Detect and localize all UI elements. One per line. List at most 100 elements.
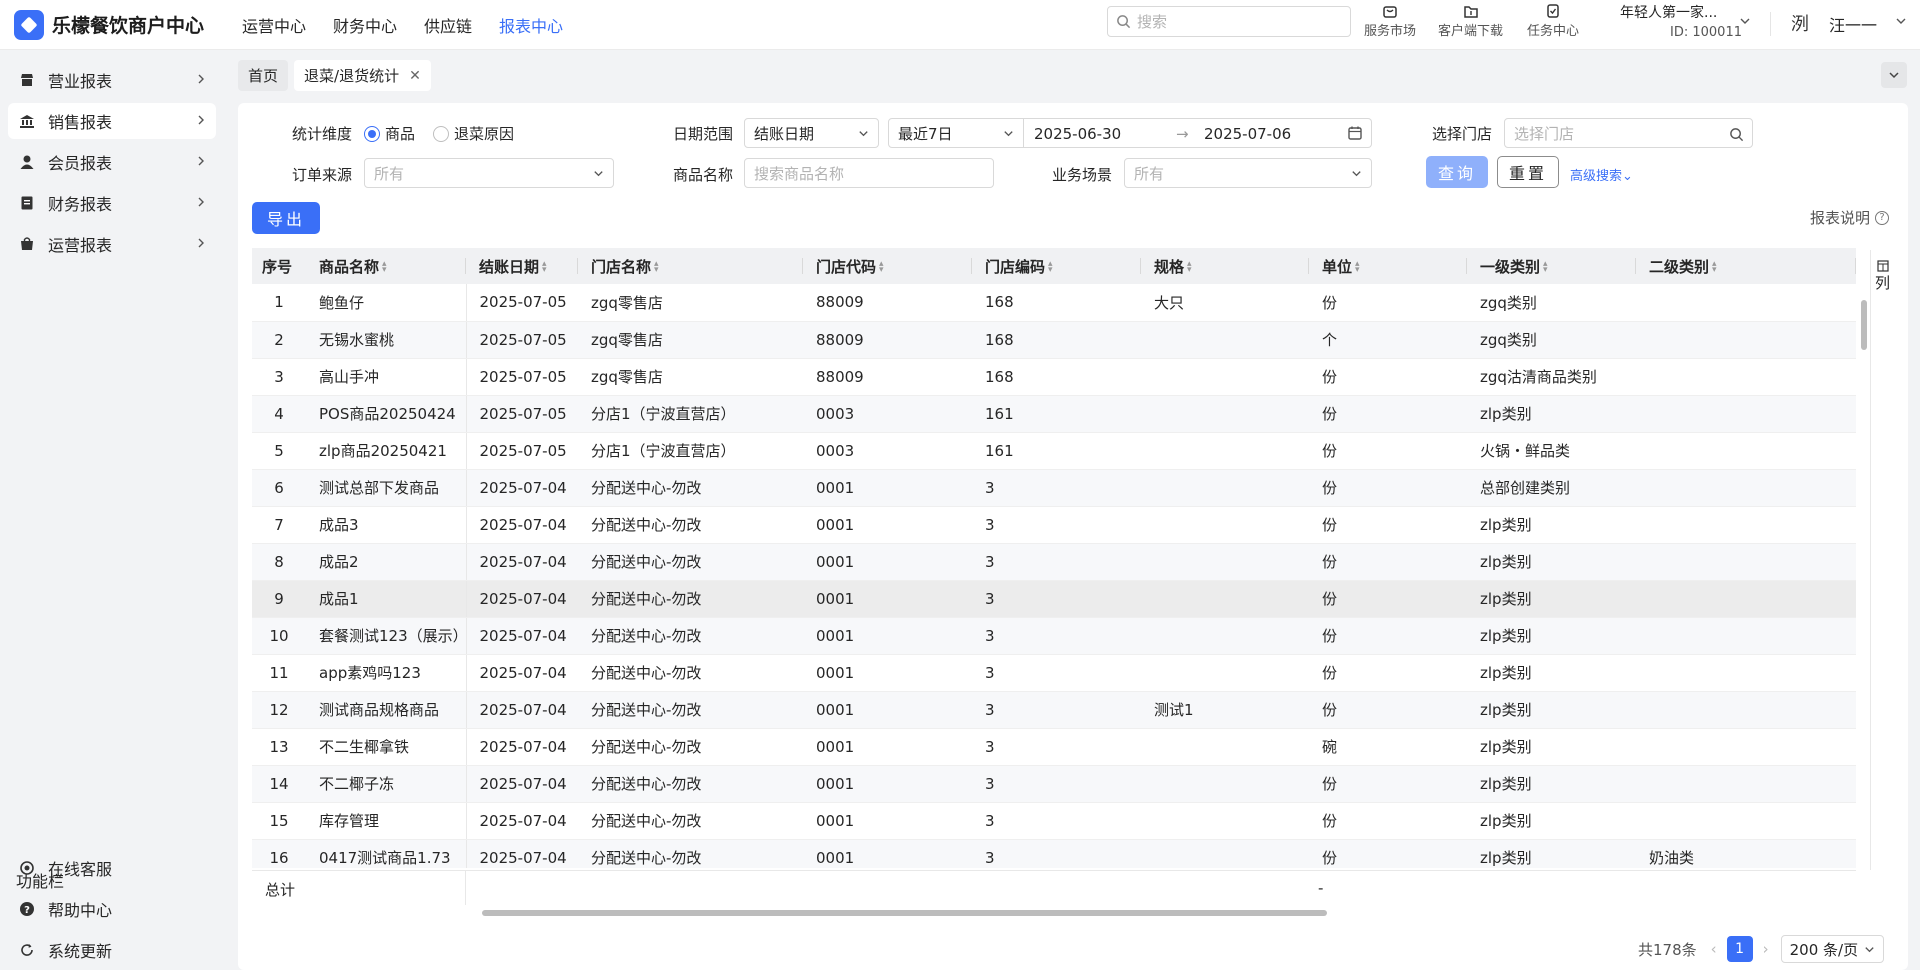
sort-icon[interactable]: ▴ ▾ [1048, 260, 1053, 275]
sidebar-item-operation-report[interactable]: 运营报表 [8, 226, 216, 262]
table-row[interactable]: 11 app素鸡吗123 2025-07-04 分配送中心-勿改 0001 3 份 zlp类别 [252, 654, 1856, 692]
reset-button[interactable]: 重置 [1497, 156, 1559, 188]
table-row[interactable]: 1 鲍鱼仔 2025-07-05 zgq零售店 88009 168 大只份 zgq类别 [252, 284, 1856, 322]
app-logo[interactable]: 乐檬餐饮商户中心 [14, 9, 232, 40]
table-row[interactable]: 4 POS商品20250424 2025-07-05 分店1（宁波直营店） 0003 16… [252, 395, 1856, 433]
online-service-link[interactable]: 在线客服 [8, 850, 216, 886]
tab-home[interactable]: 首页 [238, 60, 289, 91]
nav-finance[interactable]: 财务中心 [333, 13, 397, 37]
column-header-label: 门店编码 [985, 257, 1046, 276]
service-market-button[interactable]: 服务市场 [1364, 3, 1416, 39]
global-search-input[interactable]: 搜索 [1107, 6, 1351, 37]
date-preset-select[interactable]: 最近7日 [888, 118, 1024, 148]
column-header-spec[interactable]: 规格 ▴ ▾ [1141, 248, 1309, 284]
order-source-select[interactable]: 所有 [364, 158, 614, 188]
column-resize-handle[interactable] [1855, 258, 1856, 274]
advanced-search-link[interactable]: 高级搜索⌄ [1570, 165, 1633, 184]
sort-icon[interactable]: ▴ ▾ [1712, 260, 1717, 275]
dimension-radio-goods[interactable]: 商品 [364, 123, 415, 144]
table-horizontal-scrollbar[interactable] [252, 906, 1856, 920]
radio-label: 商品 [385, 125, 416, 143]
goods-name-input[interactable]: 搜索商品名称 [744, 158, 994, 188]
table-row[interactable]: 16 0417测试商品1.73 2025-07-04 分配送中心-勿改 0001 3 份 zl… [252, 839, 1856, 868]
scrollbar-thumb[interactable] [1861, 300, 1867, 350]
table-cell-checkout-date: 2025-07-05 [466, 321, 578, 359]
nav-reports[interactable]: 报表中心 [499, 13, 563, 37]
table-cell-store-number: 3 [972, 654, 1141, 692]
export-button[interactable]: 导出 [252, 202, 320, 234]
chevron-down-icon[interactable] [1738, 14, 1752, 28]
close-icon[interactable]: ✕ [409, 68, 421, 84]
bag-icon [18, 236, 36, 252]
avatar[interactable]: 洌 [1787, 10, 1813, 36]
column-header-checkout-date[interactable]: 结账日期 ▴ ▾ [466, 248, 578, 284]
table-cell-spec: 大只 [1141, 284, 1309, 322]
column-header-store-code[interactable]: 门店代码 ▴ ▾ [803, 248, 972, 284]
store-select[interactable]: 选择门店 [1504, 118, 1753, 148]
system-update-link[interactable]: 系统更新 [8, 932, 216, 968]
table-row[interactable]: 5 zlp商品20250421 2025-07-05 分店1（宁波直营店） 0003 16… [252, 432, 1856, 470]
business-scene-select[interactable]: 所有 [1124, 158, 1372, 188]
dimension-radio-reason[interactable]: 退菜原因 [433, 123, 514, 144]
column-header-category-1[interactable]: 一级类别 ▴ ▾ [1467, 248, 1636, 284]
client-download-button[interactable]: 客户端下载 [1438, 3, 1503, 39]
table-row[interactable]: 13 不二生椰拿铁 2025-07-04 分配送中心-勿改 0001 3 碗 zlp类别 [252, 728, 1856, 766]
sidebar-item-business-report[interactable]: 营业报表 [8, 62, 216, 98]
nav-supply-chain[interactable]: 供应链 [424, 13, 472, 37]
username[interactable]: 汪一一 [1829, 12, 1877, 36]
sidebar-item-member-report[interactable]: 会员报表 [8, 144, 216, 180]
table-cell-category-1: zgq类别 [1467, 321, 1636, 359]
table-row[interactable]: 6 测试总部下发商品 2025-07-04 分配送中心-勿改 0001 3 份总部创建类别 [252, 469, 1856, 507]
page-number-current[interactable]: 1 [1726, 936, 1753, 962]
table-cell-store-number: 168 [972, 358, 1141, 396]
page-size-select[interactable]: 200 条/页 [1780, 935, 1884, 963]
table-row[interactable]: 2 无锡水蜜桃 2025-07-05 zgq零售店 88009 168 个 zgq类别 [252, 321, 1856, 359]
task-center-button[interactable]: 任务中心 [1527, 3, 1579, 39]
table-vertical-scrollbar[interactable] [1858, 284, 1870, 868]
tabs-collapse-button[interactable] [1881, 62, 1907, 88]
column-header-goods-name[interactable]: 商品名称 ▴ ▾ [306, 248, 466, 284]
sort-icon[interactable]: ▴ ▾ [879, 260, 884, 275]
help-center-link[interactable]: ? 帮助中心 [8, 891, 216, 927]
table-cell-store-name: zgq零售店 [578, 358, 803, 396]
scrollbar-thumb[interactable] [482, 910, 1327, 916]
radio-label: 退菜原因 [454, 125, 515, 143]
date-end[interactable]: 2025-07-06 [1204, 125, 1291, 143]
next-page-icon[interactable]: › [1763, 940, 1769, 958]
column-header-store-number[interactable]: 门店编码 ▴ ▾ [972, 248, 1141, 284]
tab-return-stats[interactable]: 退菜/退货统计 ✕ [294, 60, 431, 91]
column-header-store-name[interactable]: 门店名称 ▴ ▾ [578, 248, 803, 284]
table-cell-checkout-date: 2025-07-04 [466, 654, 578, 692]
column-settings-button[interactable]: 列 [1870, 250, 1894, 870]
table-cell-unit: 份 [1309, 284, 1467, 322]
sort-icon[interactable]: ▴ ▾ [1355, 260, 1360, 275]
date-range-picker[interactable]: 2025-06-30 → 2025-07-06 [1023, 118, 1372, 148]
query-button[interactable]: 查询 [1426, 156, 1488, 188]
page-size-value: 200 条/页 [1789, 940, 1859, 959]
report-note-link[interactable]: 报表说明 ? [1810, 207, 1890, 228]
prev-page-icon[interactable]: ‹ [1711, 940, 1717, 958]
table-row[interactable]: 3 高山手冲 2025-07-05 zgq零售店 88009 168 份 zgq沽清商品类别 [252, 358, 1856, 396]
table-row[interactable]: 9 成品1 2025-07-04 分配送中心-勿改 0001 3 份 zlp类别 [252, 580, 1856, 618]
table-row[interactable]: 15 库存管理 2025-07-04 分配送中心-勿改 0001 3 份 zlp类别 [252, 802, 1856, 840]
table-row[interactable]: 8 成品2 2025-07-04 分配送中心-勿改 0001 3 份 zlp类别 [252, 543, 1856, 581]
sidebar-item-finance-report[interactable]: 财务报表 [8, 185, 216, 221]
table-row[interactable]: 7 成品3 2025-07-04 分配送中心-勿改 0001 3 份 zlp类别 [252, 506, 1856, 544]
date-type-select[interactable]: 结账日期 [744, 118, 879, 148]
sort-icon[interactable]: ▴ ▾ [382, 260, 387, 275]
sort-icon[interactable]: ▴ ▾ [542, 260, 547, 275]
table-cell-goods-name: zlp商品20250421 [306, 432, 467, 470]
table-row[interactable]: 10 套餐测试123（展示） 2025-07-04 分配送中心-勿改 0001 3 份 zlp… [252, 617, 1856, 655]
sort-icon[interactable]: ▴ ▾ [1543, 260, 1548, 275]
nav-operations[interactable]: 运营中心 [242, 13, 306, 37]
sidebar-item-sales-report[interactable]: 销售报表 [8, 103, 216, 139]
chevron-down-icon[interactable] [1894, 14, 1908, 28]
sort-icon[interactable]: ▴ ▾ [654, 260, 659, 275]
table-row[interactable]: 12 测试商品规格商品 2025-07-04 分配送中心-勿改 0001 3 测试1 份 zlp… [252, 691, 1856, 729]
table-row[interactable]: 14 不二椰子冻 2025-07-04 分配送中心-勿改 0001 3 份 zlp类别 [252, 765, 1856, 803]
column-header-category-2[interactable]: 二级类别 ▴ ▾ [1636, 248, 1856, 284]
date-start[interactable]: 2025-06-30 [1034, 125, 1121, 143]
column-header-unit[interactable]: 单位 ▴ ▾ [1309, 248, 1467, 284]
tenant-switcher[interactable]: 年轻人第一家... ID: 100011 [1620, 2, 1742, 40]
sort-icon[interactable]: ▴ ▾ [1187, 260, 1192, 275]
